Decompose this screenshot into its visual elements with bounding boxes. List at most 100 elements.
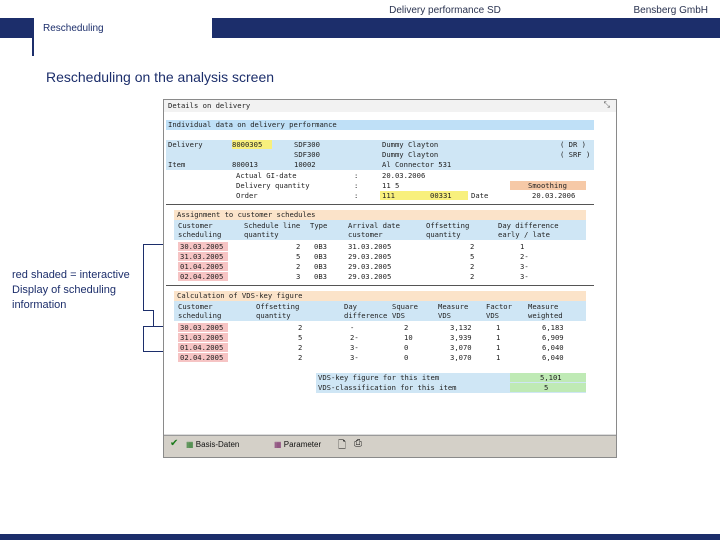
schedule-date-link[interactable]: 31.03.2005 bbox=[178, 252, 228, 261]
grid-icon: ▦ bbox=[274, 440, 282, 449]
delivery-plant: SDF300 bbox=[294, 140, 320, 149]
column-header: Measure bbox=[528, 302, 559, 311]
schedule-date-link[interactable]: 30.03.2005 bbox=[178, 323, 228, 332]
table-cell: 3- bbox=[350, 343, 359, 352]
checkmark-icon[interactable]: ✔ bbox=[170, 438, 178, 449]
delivery-role-2: ( SRF ) bbox=[560, 150, 591, 159]
table-cell: 6,183 bbox=[542, 323, 564, 332]
table-cell: 10 bbox=[404, 333, 413, 342]
gi-date-sep: : bbox=[354, 171, 359, 180]
order-code: 00331 bbox=[430, 191, 452, 200]
divider bbox=[166, 204, 594, 205]
column-header: Schedule line bbox=[244, 221, 301, 230]
column-header: Measure bbox=[438, 302, 469, 311]
column-header: Day difference bbox=[498, 221, 559, 230]
table-cell: 1 bbox=[496, 353, 501, 362]
table-cell: 6,909 bbox=[542, 333, 564, 342]
table-cell: 1 bbox=[520, 242, 525, 251]
document-icon[interactable]: 🗋 bbox=[338, 438, 346, 455]
table-cell: 2 bbox=[298, 343, 303, 352]
window-toolbar: ✔ ▦ Basis-Daten ▦ Parameter 🗋 ⎙ bbox=[164, 435, 616, 457]
delivery-number: 8000305 bbox=[232, 140, 272, 149]
table-cell: 6,040 bbox=[542, 353, 564, 362]
tab-rescheduling[interactable]: Rescheduling bbox=[34, 18, 212, 38]
table-cell: 2 bbox=[404, 323, 409, 332]
column-header: Customer bbox=[178, 302, 213, 311]
table-cell: 1 bbox=[496, 333, 501, 342]
basis-data-label: Basis-Daten bbox=[195, 440, 240, 449]
basis-data-button[interactable]: ▦ Basis-Daten bbox=[186, 440, 239, 449]
gi-date-value: 20.03.2006 bbox=[382, 171, 426, 180]
window-title: Details on delivery bbox=[164, 100, 616, 112]
column-header: VDS bbox=[438, 311, 451, 320]
order-date-label: Date bbox=[471, 191, 489, 200]
table-cell: 3- bbox=[350, 353, 359, 362]
schedule-date-link[interactable]: 01.04.2005 bbox=[178, 262, 228, 271]
table-cell: 31.03.2005 bbox=[348, 242, 392, 251]
delivery-quantity-sep: : bbox=[354, 181, 359, 190]
schedule-date-link[interactable]: 02.04.2005 bbox=[178, 272, 228, 281]
order-number: 111 bbox=[382, 191, 395, 200]
order-highlight: 111 00331 bbox=[380, 191, 468, 200]
column-header: weighted bbox=[528, 311, 563, 320]
table-cell: 2- bbox=[350, 333, 359, 342]
bottom-bar bbox=[0, 534, 720, 540]
table-cell: 3,070 bbox=[450, 343, 472, 352]
schedule-date-link[interactable]: 02.04.2005 bbox=[178, 353, 228, 362]
column-header: quantity bbox=[426, 230, 461, 239]
table-row bbox=[174, 323, 586, 333]
table-row bbox=[174, 343, 586, 353]
table-cell: 3,070 bbox=[450, 353, 472, 362]
section-vds-title: Calculation of VDS-key figure bbox=[174, 291, 586, 301]
note-line-1: red shaded = interactive bbox=[12, 269, 130, 281]
item-number: 800013 bbox=[232, 160, 258, 169]
table-cell: 0B3 bbox=[314, 252, 327, 261]
delivery-details-window: Details on delivery ⤡ Individual data on… bbox=[163, 99, 617, 458]
column-header: early / late bbox=[498, 230, 550, 239]
page-title: Rescheduling on the analysis screen bbox=[46, 69, 275, 85]
vds-class-label: VDS-classification for this item bbox=[318, 383, 457, 392]
delivery-row-2 bbox=[166, 150, 594, 160]
table-cell: 3 bbox=[296, 272, 301, 281]
divider bbox=[166, 285, 594, 286]
table-cell: 2 bbox=[296, 262, 301, 271]
table-cell: 0B3 bbox=[314, 242, 327, 251]
table-cell: 1 bbox=[496, 343, 501, 352]
table-cell: 3,132 bbox=[450, 323, 472, 332]
grid-icon: ▦ bbox=[186, 440, 194, 449]
delivery-quantity-value: 11 5 bbox=[382, 181, 400, 190]
details-pane: Individual data on delivery performance … bbox=[164, 112, 616, 434]
delivery-label: Delivery bbox=[168, 140, 203, 149]
parameter-button[interactable]: ▦ Parameter bbox=[274, 440, 321, 449]
section-assignment-title: Assignment to customer schedules bbox=[174, 210, 586, 220]
schedule-date-link[interactable]: 31.03.2005 bbox=[178, 333, 228, 342]
column-header: Offsetting bbox=[256, 302, 300, 311]
gi-date-label: Actual GI-date bbox=[236, 171, 297, 180]
item-description: Al Connector 531 bbox=[382, 160, 452, 169]
window-resize-icon[interactable]: ⤡ bbox=[604, 100, 610, 110]
column-header: difference bbox=[344, 311, 388, 320]
item-row bbox=[166, 160, 594, 170]
table-cell: 5 bbox=[296, 252, 301, 261]
table-cell: 6,040 bbox=[542, 343, 564, 352]
table-cell: 0B3 bbox=[314, 272, 327, 281]
order-date: 20.03.2006 bbox=[532, 191, 576, 200]
table-cell: 2 bbox=[296, 242, 301, 251]
schedule-date-link[interactable]: 01.04.2005 bbox=[178, 343, 228, 352]
item-material: 10002 bbox=[294, 160, 316, 169]
column-header: scheduling bbox=[178, 311, 222, 320]
delivery-customer: Dummy Clayton bbox=[382, 140, 439, 149]
table-cell: 0 bbox=[404, 353, 409, 362]
vds-figure-label: VDS-key figure for this item bbox=[318, 373, 440, 382]
column-header: Day bbox=[344, 302, 357, 311]
table-cell: 1 bbox=[496, 323, 501, 332]
delivery-role: ( DR ) bbox=[560, 140, 586, 149]
table-cell: - bbox=[350, 323, 355, 332]
print-icon[interactable]: ⎙ bbox=[354, 438, 362, 449]
vds-class-value: 5 bbox=[510, 383, 586, 392]
schedule-date-link[interactable]: 30.03.2005 bbox=[178, 242, 228, 251]
table-cell: 0 bbox=[404, 343, 409, 352]
table-cell: 2 bbox=[470, 262, 475, 271]
column-header: scheduling bbox=[178, 230, 222, 239]
header-title: Delivery performance SD bbox=[389, 5, 501, 16]
